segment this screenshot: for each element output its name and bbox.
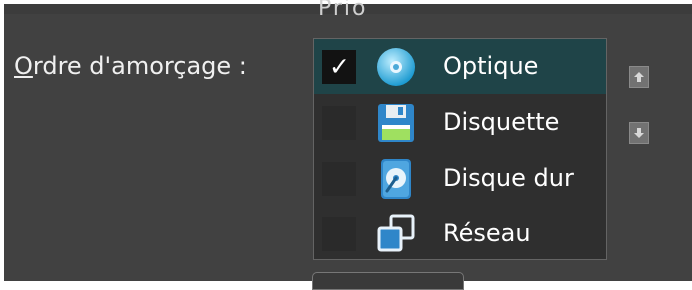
- boot-item-optical[interactable]: ✓ Optique: [314, 39, 606, 94]
- arrow-up-icon: [634, 72, 644, 82]
- bottom-button[interactable]: [312, 272, 464, 290]
- settings-panel: Prio Ordre d'amorçage : ✓ Optique Disque…: [4, 0, 692, 290]
- boot-item-optical-label: Optique: [443, 52, 539, 80]
- boot-item-hard-disk-checkbox[interactable]: [322, 162, 356, 196]
- boot-order-list[interactable]: ✓ Optique Disquette Disque dur Réseau: [313, 38, 607, 260]
- arrow-down-icon: [634, 128, 644, 138]
- boot-item-network-label: Réseau: [443, 219, 531, 247]
- top-cut-text: Prio: [318, 0, 368, 21]
- boot-item-floppy-checkbox[interactable]: [322, 106, 356, 140]
- top-strip: Prio: [4, 0, 692, 21]
- move-up-button[interactable]: [629, 66, 649, 88]
- boot-item-network[interactable]: Réseau: [314, 206, 606, 259]
- hard-disk-icon: [381, 159, 411, 199]
- network-icon: [377, 214, 415, 252]
- boot-item-floppy[interactable]: Disquette: [314, 95, 606, 150]
- boot-item-floppy-label: Disquette: [443, 108, 560, 136]
- checkmark-icon: ✓: [329, 52, 350, 81]
- boot-order-label-text: rdre d'amorçage :: [32, 52, 247, 80]
- boot-order-label-mnemonic: O: [14, 52, 33, 80]
- optical-disc-icon: [377, 48, 415, 86]
- boot-item-hard-disk-label: Disque dur: [443, 164, 574, 192]
- boot-item-optical-checkbox[interactable]: ✓: [322, 50, 356, 84]
- boot-item-network-checkbox[interactable]: [322, 217, 356, 251]
- move-down-button[interactable]: [629, 122, 649, 144]
- boot-item-hard-disk[interactable]: Disque dur: [314, 151, 606, 206]
- boot-order-label: Ordre d'amorçage :: [14, 52, 247, 80]
- floppy-disk-icon: [378, 104, 414, 142]
